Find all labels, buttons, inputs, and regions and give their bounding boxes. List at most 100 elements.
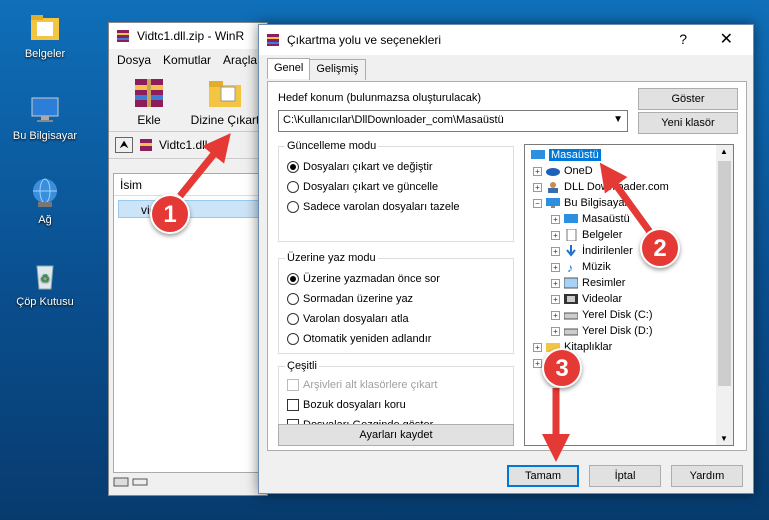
tree-label: Müzik <box>582 261 611 273</box>
file-row[interactable]: vidtc1.dll <box>118 200 262 218</box>
tree-item-videos[interactable]: + Videolar <box>551 293 622 305</box>
expand-icon[interactable]: + <box>551 262 560 272</box>
radio-button[interactable] <box>287 201 299 213</box>
tree-item-this-pc[interactable]: − Bu Bilgisayar <box>533 197 628 209</box>
tree-item-desktop-sub[interactable]: + Masaüstü <box>551 213 630 225</box>
expand-icon[interactable]: + <box>551 214 560 224</box>
new-folder-button[interactable]: Yeni klasör <box>638 112 738 134</box>
radio-button[interactable] <box>287 313 299 325</box>
desktop-icon-documents[interactable]: Belgeler <box>0 10 90 60</box>
destination-path-value: C:\Kullanıcılar\DllDownloader_com\Masaüs… <box>283 114 504 126</box>
status-icons <box>113 475 153 491</box>
menu-commands[interactable]: Komutlar <box>163 53 211 67</box>
expand-icon[interactable]: + <box>533 182 542 192</box>
ok-button[interactable]: Tamam <box>507 465 579 487</box>
radio-button[interactable] <box>287 333 299 345</box>
expand-icon[interactable]: + <box>551 230 560 240</box>
destination-path-combo[interactable]: C:\Kullanıcılar\DllDownloader_com\Masaüs… <box>278 110 628 132</box>
desktop-icon-this-pc[interactable]: Bu Bilgisayar <box>0 92 90 142</box>
expand-icon[interactable]: + <box>551 310 560 320</box>
save-settings-button[interactable]: Ayarları kaydet <box>278 424 514 446</box>
chevron-down-icon[interactable]: ▼ <box>613 114 623 125</box>
tab-general[interactable]: Genel <box>267 58 311 79</box>
cancel-button[interactable]: İptal <box>589 465 661 487</box>
menu-file[interactable]: Dosya <box>117 53 151 67</box>
option-label: Sadece varolan dosyaları tazele <box>303 201 460 213</box>
expand-icon[interactable]: + <box>551 326 560 336</box>
up-folder-icon[interactable]: ⮝ <box>115 137 133 153</box>
desktop-icon-label: Çöp Kutusu <box>16 296 74 308</box>
collapse-icon[interactable]: − <box>533 198 542 208</box>
tree-item-pictures[interactable]: + Resimler <box>551 277 625 289</box>
option-label: Arşivleri alt klasörlere çıkart <box>303 379 438 391</box>
expand-icon[interactable]: + <box>533 358 542 368</box>
tree-item-desktop[interactable]: Masaüstü <box>531 149 601 161</box>
checkbox[interactable] <box>287 399 299 411</box>
winrar-logo-icon <box>267 34 279 46</box>
radio-overwrite-without-prompt[interactable]: Sormadan üzerine yaz <box>287 293 413 305</box>
expand-icon[interactable]: + <box>551 246 560 256</box>
radio-button[interactable] <box>287 293 299 305</box>
checkbox-keep-broken[interactable]: Bozuk dosyaları koru <box>287 399 406 411</box>
misc-title: Çeşitli <box>285 360 319 372</box>
radio-freshen-existing[interactable]: Sadece varolan dosyaları tazele <box>287 201 460 213</box>
scroll-thumb[interactable] <box>718 161 731 386</box>
step-badge-3: 3 <box>542 348 582 388</box>
radio-rename-automatically[interactable]: Otomatik yeniden adlandır <box>287 333 431 345</box>
option-label: Otomatik yeniden adlandır <box>303 333 432 345</box>
tree-item-user[interactable]: + DLL Downloader.com <box>533 181 669 193</box>
tree-scrollbar[interactable]: ▲ ▼ <box>716 145 733 445</box>
tree-item-music[interactable]: + ♪ Müzik <box>551 261 611 273</box>
expand-icon[interactable]: + <box>551 278 560 288</box>
expand-icon[interactable]: + <box>533 166 542 176</box>
picture-icon <box>564 277 578 289</box>
extract-to-button[interactable]: Dizine Çıkart <box>189 75 261 131</box>
download-icon <box>566 245 576 257</box>
tree-label: Yerel Disk (C:) <box>582 309 653 321</box>
tree-item-documents[interactable]: + Belgeler <box>551 229 622 241</box>
tree-item-disk-d[interactable]: + Yerel Disk (D:) <box>551 325 653 337</box>
winrar-titlebar: Vidtc1.dll.zip - WinR <box>109 23 267 49</box>
desktop-icon-recycle-bin[interactable]: ♻ Çöp Kutusu <box>0 258 90 308</box>
column-header-name[interactable]: İsim <box>114 174 266 196</box>
expand-icon[interactable]: + <box>551 294 560 304</box>
scroll-up-icon[interactable]: ▲ <box>720 147 728 156</box>
tree-item-onedrive[interactable]: + OneD <box>533 165 593 177</box>
folder-tree[interactable]: Masaüstü + OneD + DLL Downloader.com − Bu B… <box>524 144 734 446</box>
network-icon <box>28 176 62 210</box>
radio-extract-replace[interactable]: Dosyaları çıkart ve değiştir <box>287 161 433 173</box>
tree-label: Masaüstü <box>549 149 601 161</box>
radio-button[interactable] <box>287 181 299 193</box>
radio-button[interactable] <box>287 161 299 173</box>
tree-item-disk-c[interactable]: + Yerel Disk (C:) <box>551 309 653 321</box>
cloud-icon <box>546 168 560 176</box>
tree-label: Masaüstü <box>582 213 630 225</box>
menu-tools[interactable]: Araçla <box>223 53 257 67</box>
radio-button[interactable] <box>287 273 299 285</box>
video-icon <box>564 294 578 304</box>
option-label: Bozuk dosyaları koru <box>303 399 406 411</box>
option-label: Sormadan üzerine yaz <box>303 293 414 305</box>
scroll-down-icon[interactable]: ▼ <box>720 434 728 443</box>
user-icon <box>548 182 558 193</box>
close-icon[interactable]: ✕ <box>720 29 733 49</box>
svg-text:♻: ♻ <box>40 273 50 285</box>
help-button[interactable]: Yardım <box>671 465 743 487</box>
radio-extract-update[interactable]: Dosyaları çıkart ve güncelle <box>287 181 438 193</box>
tree-item-downloads[interactable]: + İndirilenler <box>551 245 633 257</box>
radio-skip-existing[interactable]: Varolan dosyaları atla <box>287 313 409 325</box>
radio-ask-before-overwrite[interactable]: Üzerine yazmadan önce sor <box>287 273 440 285</box>
tab-advanced[interactable]: Gelişmiş <box>309 59 366 80</box>
overwrite-mode-title: Üzerine yaz modu <box>285 252 378 264</box>
dialog-titlebar: Çıkartma yolu ve seçenekleri ? ✕ <box>259 25 753 55</box>
help-icon[interactable]: ? <box>679 31 687 47</box>
extraction-dialog: Çıkartma yolu ve seçenekleri ? ✕ Genel G… <box>258 24 754 494</box>
tree-label: Belgeler <box>582 229 623 241</box>
add-button[interactable]: Ekle <box>119 75 179 131</box>
music-icon: ♪ <box>567 261 573 273</box>
expand-icon[interactable]: + <box>533 342 542 352</box>
step-badge-1: 1 <box>150 194 190 234</box>
drive-icon <box>564 312 578 320</box>
desktop-icon-network[interactable]: Ağ <box>0 176 90 226</box>
show-button[interactable]: Göster <box>638 88 738 110</box>
